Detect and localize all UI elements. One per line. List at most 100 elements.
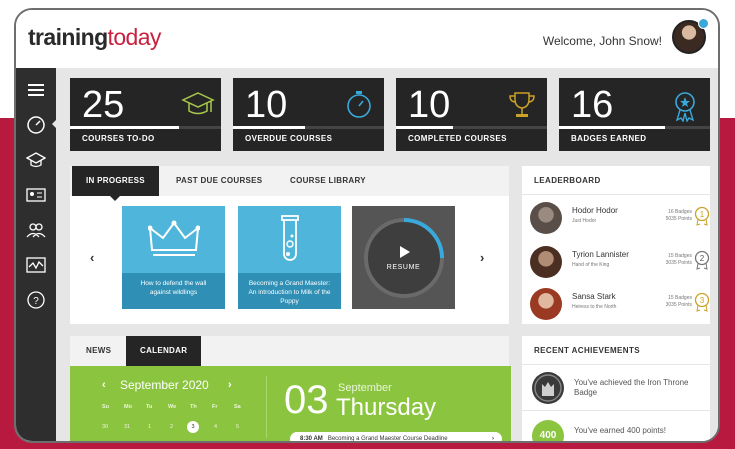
- leaderboard-row[interactable]: Hodor Hodor Just Hodor 16 Badges 5035 Poi…: [522, 198, 710, 240]
- trophy-icon: [507, 90, 537, 120]
- course-title: How to defend the wall against wildlings: [122, 273, 225, 309]
- leader-badges: 15 Badges: [668, 253, 692, 259]
- stat-overdue-courses[interactable]: 10 OVERDUE COURSES: [233, 78, 384, 151]
- achievements-panel: RECENT ACHIEVEMENTS You've achieved the …: [522, 336, 710, 441]
- leader-title: Just Hodor: [572, 218, 597, 224]
- calendar-day[interactable]: 31: [124, 424, 130, 430]
- graduation-cap-icon[interactable]: [24, 148, 48, 172]
- resume-label: RESUME: [386, 264, 421, 271]
- notification-dot: [698, 18, 709, 29]
- device-frame: trainingtoday Welcome, John Snow! ? 25 C…: [14, 8, 720, 443]
- weekday-label: We: [168, 404, 177, 410]
- leader-title: Heiress to the North: [572, 304, 617, 310]
- event-arrow-icon: ›: [492, 436, 494, 442]
- medal-rank: 3: [700, 296, 705, 305]
- leader-points: 3035 Points: [665, 302, 692, 308]
- svg-text:?: ?: [33, 296, 39, 307]
- leaderboard-row[interactable]: Tyrion Lannister Hand of the King 15 Bad…: [522, 242, 710, 284]
- courses-tabs: IN PROGRESS PAST DUE COURSES COURSE LIBR…: [70, 166, 509, 201]
- leader-points: 5035 Points: [665, 216, 692, 222]
- app-logo[interactable]: trainingtoday: [28, 24, 161, 51]
- sidebar: ?: [16, 68, 58, 441]
- points-badge-icon: 400: [532, 420, 564, 441]
- leader-points: 3035 Points: [665, 260, 692, 266]
- id-card-icon[interactable]: [24, 183, 48, 207]
- calendar-tabs: NEWS CALENDAR: [70, 336, 509, 371]
- calendar-day[interactable]: 5: [236, 424, 239, 430]
- medal-rank: 1: [700, 210, 705, 219]
- event-text: Becoming a Grand Maester Course Deadline: [327, 436, 448, 442]
- leader-name: Tyrion Lannister: [572, 250, 629, 259]
- stat-completed-courses[interactable]: 10 COMPLETED COURSES: [396, 78, 547, 151]
- silver-medal-icon: 2: [694, 250, 710, 270]
- avatar: [530, 246, 562, 278]
- stat-value: 10: [245, 84, 288, 126]
- tab-calendar[interactable]: CALENDAR: [126, 336, 202, 371]
- test-tube-icon: [281, 215, 299, 261]
- course-card-resume[interactable]: RESUME: [352, 206, 455, 309]
- tab-course-library[interactable]: COURSE LIBRARY: [276, 166, 380, 196]
- tab-news[interactable]: NEWS: [72, 336, 125, 366]
- logo-part2: today: [107, 24, 162, 50]
- bronze-medal-icon: 3: [694, 292, 710, 312]
- carousel-next-button[interactable]: ›: [480, 250, 484, 265]
- progress-bar: [559, 126, 665, 129]
- calendar-day[interactable]: 2: [170, 424, 173, 430]
- divider: [266, 376, 267, 438]
- weekday-label: Tu: [146, 404, 153, 410]
- stat-badges-earned[interactable]: 16 BADGES EARNED: [559, 78, 710, 151]
- tab-in-progress[interactable]: IN PROGRESS: [72, 166, 159, 201]
- carousel-prev-button[interactable]: ‹: [90, 250, 94, 265]
- prev-month-button[interactable]: ‹: [102, 379, 106, 391]
- achievement-item[interactable]: 400 You've earned 400 points!: [522, 414, 710, 441]
- progress-bar: [70, 126, 179, 129]
- avatar: [530, 202, 562, 234]
- event-time: 8:30 AM: [300, 436, 323, 442]
- crown-icon: [148, 220, 200, 256]
- stat-label: COMPLETED COURSES: [408, 134, 507, 143]
- calendar-day[interactable]: 1: [148, 424, 151, 430]
- tab-past-due-courses[interactable]: PAST DUE COURSES: [162, 166, 276, 196]
- courses-panel: IN PROGRESS PAST DUE COURSES COURSE LIBR…: [70, 166, 509, 324]
- logo-part1: training: [28, 24, 108, 50]
- throne-badge-icon: [532, 372, 564, 404]
- calendar-body: ‹ September 2020 › Su Mo Tu We Th Fr Sa …: [70, 366, 511, 442]
- leader-title: Hand of the King: [572, 262, 610, 268]
- resume-ring-icon: [364, 218, 444, 298]
- course-card[interactable]: Becoming a Grand Maester: An introductio…: [238, 206, 341, 309]
- leaderboard-row[interactable]: Sansa Stark Heiress to the North 15 Badg…: [522, 284, 710, 326]
- graduation-cap-icon: [181, 90, 215, 120]
- calendar-day-selected[interactable]: 3: [187, 421, 199, 433]
- welcome-message: Welcome, John Snow!: [542, 34, 662, 48]
- menu-icon[interactable]: [24, 78, 48, 102]
- users-icon[interactable]: [24, 218, 48, 242]
- achievement-text: You've achieved the Iron Throne Badge: [574, 378, 689, 397]
- badge-ribbon-icon: [670, 90, 700, 123]
- leader-badges: 16 Badges: [668, 209, 692, 215]
- calendar-event[interactable]: 8:30 AM Becoming a Grand Maester Course …: [290, 432, 502, 442]
- activity-chart-icon[interactable]: [24, 253, 48, 277]
- calendar-day[interactable]: 30: [102, 424, 108, 430]
- divider: [522, 364, 710, 365]
- divider: [522, 194, 710, 195]
- course-title: Becoming a Grand Maester: An introductio…: [238, 273, 341, 309]
- leader-stats: 15 Badges 3035 Points: [656, 253, 692, 267]
- user-avatar[interactable]: [672, 18, 709, 54]
- leader-stats: 16 Badges 5035 Points: [656, 209, 692, 223]
- calendar-panel: NEWS CALENDAR ‹ September 2020 › Su Mo T…: [70, 336, 511, 442]
- leaderboard-panel: LEADERBOARD Hodor Hodor Just Hodor 16 Ba…: [522, 166, 710, 324]
- next-month-button[interactable]: ›: [228, 379, 232, 391]
- stat-courses-todo[interactable]: 25 COURSES TO-DO: [70, 78, 221, 151]
- help-icon[interactable]: ?: [24, 288, 48, 312]
- dashboard-gauge-icon[interactable]: [24, 113, 48, 137]
- selected-date-number: 03: [284, 378, 329, 422]
- achievement-item[interactable]: You've achieved the Iron Throne Badge: [522, 366, 710, 410]
- weekday-label: Th: [190, 404, 197, 410]
- weekday-label: Mo: [124, 404, 132, 410]
- selected-date-month: September: [338, 382, 392, 394]
- calendar-day[interactable]: 4: [214, 424, 217, 430]
- weekday-label: Sa: [234, 404, 241, 410]
- stat-value: 16: [571, 84, 614, 126]
- course-card[interactable]: How to defend the wall against wildlings: [122, 206, 225, 309]
- weekday-label: Fr: [212, 404, 218, 410]
